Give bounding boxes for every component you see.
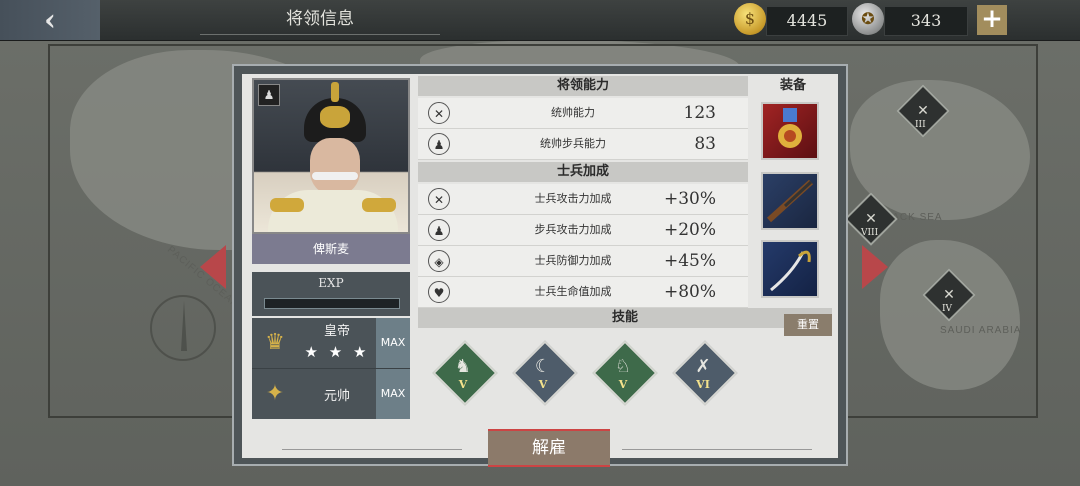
exp-bar (264, 298, 400, 309)
stat-label: 统帅能力 (551, 106, 595, 119)
skill-slot[interactable]: ♞ V (432, 340, 498, 406)
attack-bonus-icon: ✕ (428, 188, 450, 210)
stat-label: 士兵攻击力加成 (534, 192, 612, 205)
slash-icon: ☾ (534, 356, 552, 377)
stat-value: +30% (663, 189, 716, 209)
chevron-left-icon: ‹ (44, 2, 56, 38)
stat-value: +80% (663, 282, 716, 302)
medal-coin-icon: ✪ (852, 3, 884, 35)
decor-line (622, 449, 812, 450)
infantry-attack-icon: ♟ (428, 219, 450, 241)
stat-row: ♥ 士兵生命值加成 +80% (418, 277, 748, 308)
back-button[interactable]: ‹ (0, 0, 100, 40)
skill-slot[interactable]: ♘ V (592, 340, 658, 406)
sword-crossed-icon: ✗ (695, 356, 711, 377)
arrow-right-icon[interactable] (862, 245, 888, 289)
face (310, 138, 360, 194)
stat-row: ♟ 统帅步兵能力 83 (418, 129, 748, 160)
dialog-content: ♟ 俾斯麦 EXP ♛ 皇帝 ★ ★ ★ MAX ✦ 元帅 MAX 将领能力 装… (242, 74, 838, 467)
skill-level: V (538, 378, 548, 391)
equipment-slot-medal[interactable] (761, 102, 819, 160)
infantry-icon: ♟ (428, 133, 450, 155)
heart-icon: ♥ (428, 281, 450, 303)
crossed-swords-icon: ✕ (428, 102, 450, 124)
abilities-header: 将领能力 (418, 76, 748, 96)
stat-row: ✕ 统帅能力 123 (418, 98, 748, 129)
rank-row-marshal: ✦ 元帅 MAX (252, 368, 410, 419)
rank-name: 皇帝 (323, 324, 350, 339)
max-tag: MAX (376, 369, 410, 419)
helmet-eagle (320, 106, 350, 128)
stat-value: 123 (683, 103, 716, 123)
stat-value: +20% (663, 220, 716, 240)
gold-counter: 4445 (766, 6, 848, 36)
epaulette (362, 198, 396, 212)
crown-icon: ♛ (265, 330, 285, 355)
medal-counter: 343 (884, 6, 968, 36)
skill-slot[interactable]: ✗ VI (672, 340, 738, 406)
moustache (312, 172, 358, 180)
helmet-spike (331, 82, 339, 102)
dismiss-button[interactable]: 解雇 (488, 429, 610, 467)
general-portrait: ♟ (252, 78, 410, 234)
rank-name: 元帅 (323, 389, 350, 404)
general-name: 俾斯麦 (252, 234, 410, 264)
gold-coin-icon: $ (734, 3, 766, 35)
decor-line (282, 449, 462, 450)
rank-stars: ★ ★ ★ (304, 343, 370, 361)
skill-slot[interactable]: ☾ V (512, 340, 578, 406)
equipment-header: 装备 (754, 76, 832, 96)
stat-label: 士兵生命值加成 (534, 285, 612, 298)
bonuses-header: 士兵加成 (418, 162, 748, 182)
top-bar: ‹ 将领信息 $ 4445 ✪ 343 + (0, 0, 1080, 41)
infantry-icon: ♟ (258, 84, 280, 106)
stat-label: 步兵攻击力加成 (534, 223, 612, 236)
compass-rose-icon (150, 295, 216, 361)
skill-level: VI (696, 378, 710, 391)
wings-icon: ✦ (265, 381, 285, 406)
stat-value: +45% (663, 251, 716, 271)
army-number: IV (942, 304, 953, 314)
stat-row: ♟ 步兵攻击力加成 +20% (418, 215, 748, 246)
general-info-dialog: ♟ 俾斯麦 EXP ♛ 皇帝 ★ ★ ★ MAX ✦ 元帅 MAX 将领能力 装… (232, 64, 848, 467)
rifle-icon (766, 179, 814, 223)
max-tag: MAX (376, 318, 410, 368)
equipment-slot-rifle[interactable] (761, 172, 819, 230)
shield-icon: ◈ (428, 250, 450, 272)
soldier-prone-icon: ♘ (614, 356, 632, 377)
rank-row-emperor: ♛ 皇帝 ★ ★ ★ MAX (252, 318, 410, 368)
exp-box: EXP (252, 272, 410, 316)
saber-icon (770, 250, 811, 292)
medal-icon (778, 108, 802, 148)
equipment-slot-saber[interactable] (761, 240, 819, 298)
epaulette (270, 198, 304, 212)
army-number: VIII (861, 228, 879, 238)
stat-row: ◈ 士兵防御力加成 +45% (418, 246, 748, 277)
stat-row: ✕ 士兵攻击力加成 +30% (418, 184, 748, 215)
exp-label: EXP (318, 276, 344, 290)
army-number: III (915, 120, 926, 130)
stat-value: 83 (694, 134, 716, 154)
skill-level: V (458, 378, 468, 391)
skill-level: V (618, 378, 628, 391)
page-title: 将领信息 (200, 6, 440, 35)
stat-label: 统帅步兵能力 (540, 137, 606, 150)
add-currency-button[interactable]: + (977, 5, 1007, 35)
reset-skills-button[interactable]: 重置 (784, 314, 832, 336)
uniform (268, 190, 398, 232)
map-label: SAUDI ARABIA (940, 325, 1022, 336)
stat-label: 士兵防御力加成 (534, 254, 612, 267)
soldier-charge-icon: ♞ (454, 356, 472, 377)
skills-header: 技能 (418, 308, 832, 328)
